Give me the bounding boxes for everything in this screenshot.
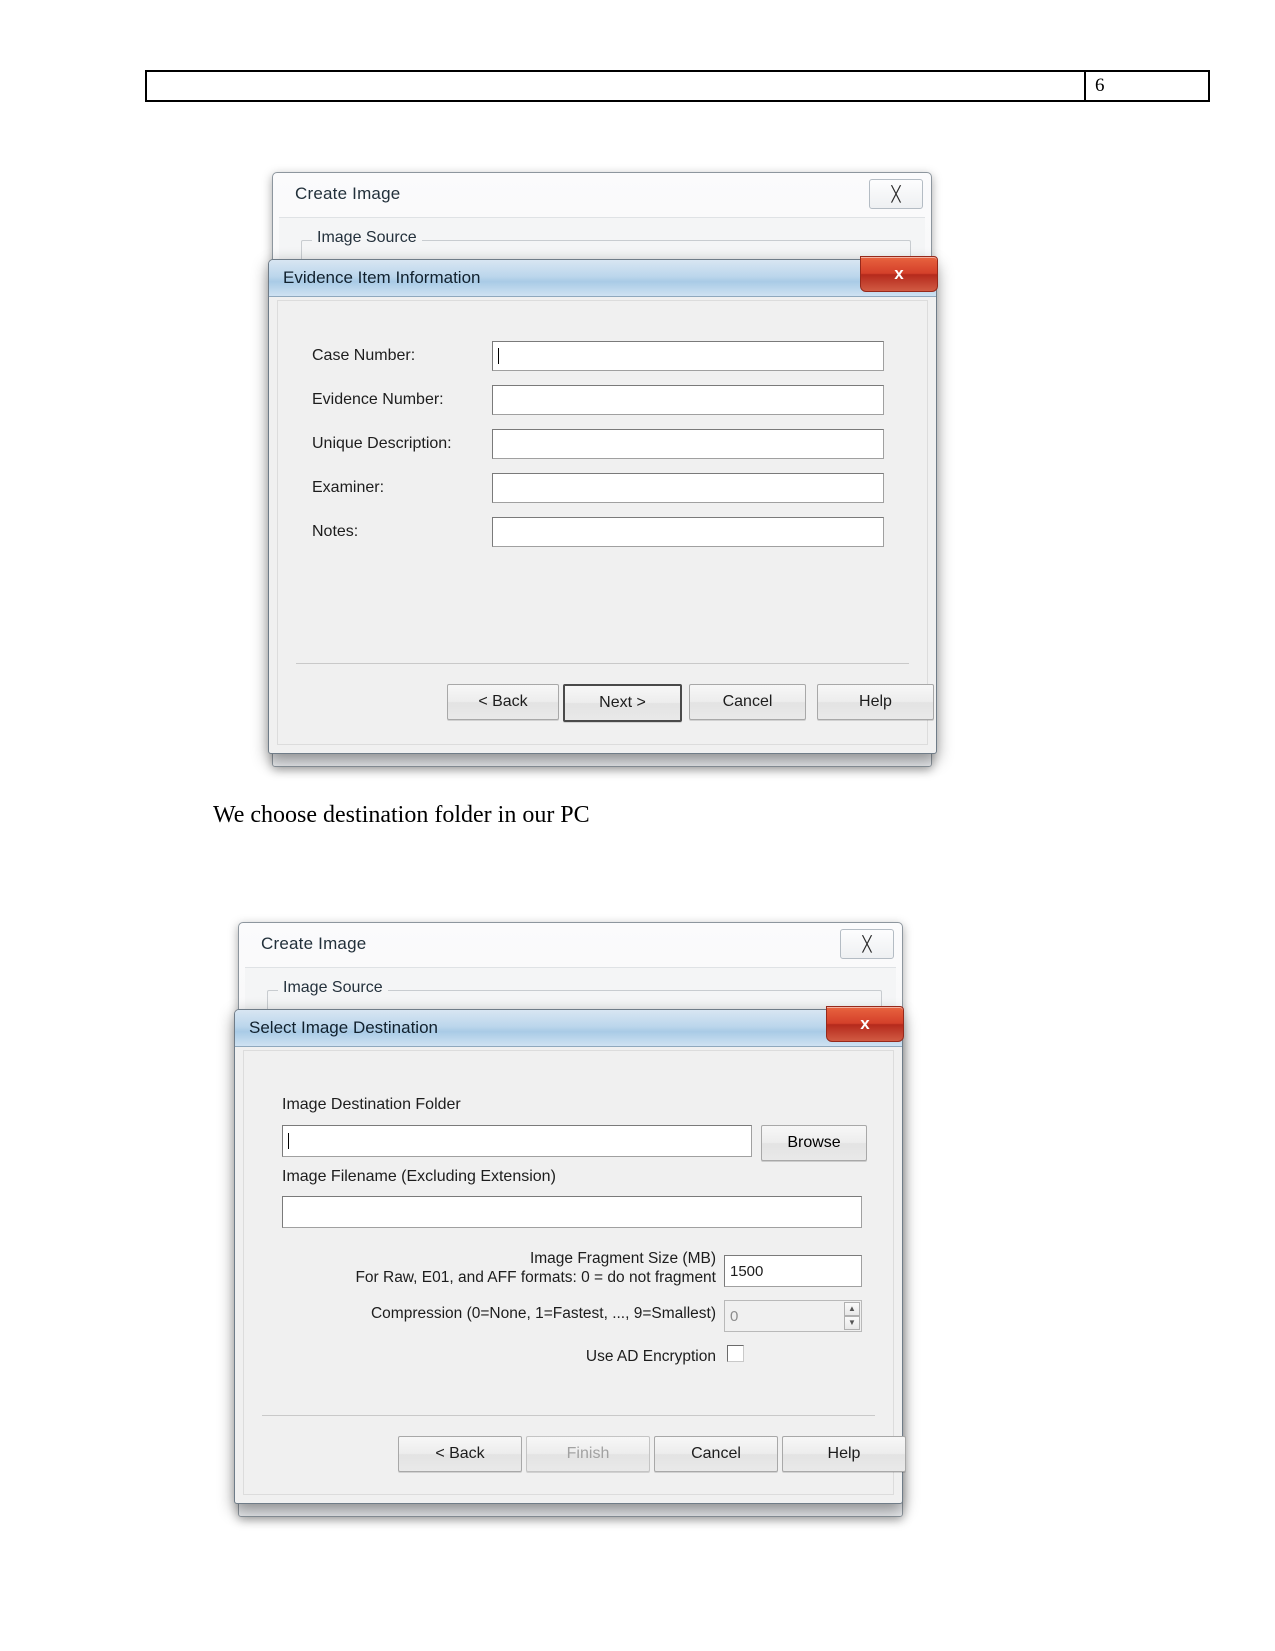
destination-folder-input[interactable]	[282, 1125, 752, 1157]
examiner-label: Examiner:	[312, 479, 385, 496]
field-row-notes: Notes:	[312, 517, 922, 547]
page-header-table: 6	[145, 70, 1210, 102]
ad-encryption-label: Use AD Encryption	[585, 1348, 716, 1365]
evidence-dialog-titlebar: Evidence Item Information x	[269, 256, 938, 297]
destination-dialog-title: Select Image Destination	[249, 1018, 438, 1037]
body-caption: We choose destination folder in our PC	[213, 802, 590, 828]
back-button[interactable]: < Back	[398, 1436, 522, 1472]
next-button[interactable]: Next >	[563, 684, 682, 722]
evidence-item-information-dialog[interactable]: Evidence Item Information x Case Number:…	[268, 256, 938, 754]
destination-dialog-body: Image Destination Folder Browse Image Fi…	[243, 1050, 906, 1495]
notes-label: Notes:	[312, 523, 359, 540]
evidence-number-label: Evidence Number:	[312, 391, 444, 408]
unique-description-label: Unique Description:	[312, 435, 452, 452]
notes-input[interactable]	[492, 517, 884, 547]
case-number-label: Case Number:	[312, 347, 416, 364]
evidence-number-input[interactable]	[492, 385, 884, 415]
fragment-size-label-line2: For Raw, E01, and AFF formats: 0 = do no…	[355, 1269, 716, 1286]
browse-button[interactable]: Browse	[761, 1125, 867, 1161]
spinner-up-icon[interactable]: ▲	[844, 1302, 860, 1316]
filename-label: Image Filename (Excluding Extension)	[282, 1168, 556, 1185]
header-page-number-cell: 6	[1095, 75, 1105, 96]
ad-encryption-checkbox[interactable]	[727, 1345, 744, 1362]
evidence-dialog-body: Case Number: Evidence Number: Unique Des…	[277, 300, 934, 745]
create-image-titlebar-2: Create Image ╳	[239, 923, 902, 965]
close-icon[interactable]: ╳	[840, 929, 894, 959]
filename-input[interactable]	[282, 1196, 862, 1228]
unique-description-input[interactable]	[492, 429, 884, 459]
evidence-dialog-button-bar: < Back Next > Cancel Help	[296, 663, 934, 728]
finish-button: Finish	[526, 1436, 650, 1472]
image-source-legend-1: Image Source	[312, 229, 422, 247]
fragment-size-input[interactable]: 1500	[724, 1255, 862, 1287]
destination-dialog-titlebar: Select Image Destination x	[235, 1006, 904, 1047]
cancel-button[interactable]: Cancel	[689, 684, 806, 720]
compression-input[interactable]: 0 ▲ ▼	[724, 1300, 862, 1332]
help-button[interactable]: Help	[782, 1436, 906, 1472]
create-image-title-1: Create Image	[295, 184, 401, 203]
help-button[interactable]: Help	[817, 684, 934, 720]
field-row-unique-description: Unique Description:	[312, 429, 922, 459]
compression-spinner[interactable]: ▲ ▼	[844, 1302, 860, 1330]
spinner-down-icon[interactable]: ▼	[844, 1316, 860, 1330]
fragment-size-label: Image Fragment Size (MB) For Raw, E01, a…	[304, 1249, 716, 1287]
back-button[interactable]: < Back	[447, 684, 559, 720]
create-image-title-2: Create Image	[261, 934, 367, 953]
fragment-size-label-line1: Image Fragment Size (MB)	[529, 1250, 716, 1267]
field-row-case-number: Case Number:	[312, 341, 922, 371]
select-image-destination-dialog[interactable]: Select Image Destination x Image Destina…	[234, 1006, 906, 1504]
field-row-evidence-number: Evidence Number:	[312, 385, 922, 415]
create-image-titlebar-1: Create Image ╳	[273, 173, 931, 215]
case-number-input[interactable]	[492, 341, 884, 371]
close-icon[interactable]: x	[860, 256, 938, 292]
evidence-dialog-title: Evidence Item Information	[283, 268, 481, 287]
cancel-button[interactable]: Cancel	[654, 1436, 778, 1472]
destination-dialog-button-bar: < Back Finish Cancel Help	[262, 1415, 906, 1480]
image-source-legend-2: Image Source	[278, 979, 388, 997]
examiner-input[interactable]	[492, 473, 884, 503]
header-empty-cell	[147, 72, 1086, 100]
destination-folder-label: Image Destination Folder	[282, 1096, 461, 1113]
compression-label: Compression (0=None, 1=Fastest, ..., 9=S…	[370, 1305, 716, 1322]
field-row-examiner: Examiner:	[312, 473, 922, 503]
close-icon[interactable]: x	[826, 1006, 904, 1042]
close-icon[interactable]: ╳	[869, 179, 923, 209]
